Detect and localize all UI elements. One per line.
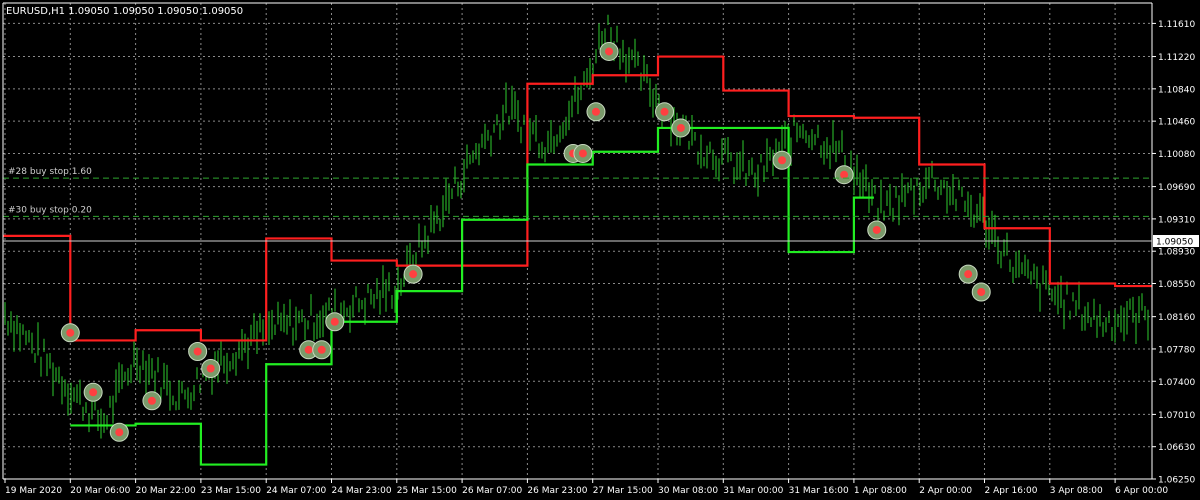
y-tick-label: 1.11220 [1158,53,1195,63]
y-tick-label: 1.10460 [1158,118,1195,128]
x-tick-label: 20 Mar 06:00 [70,486,130,496]
y-tick-label: 1.11610 [1158,20,1195,30]
y-tick-label: 1.08930 [1158,248,1195,258]
trade-marker-dot [578,149,587,158]
trade-marker-dot [317,345,326,354]
trade-marker-dot [206,364,215,373]
x-tick-label: 20 Mar 22:00 [136,486,196,496]
order-label: #30 buy stop 0.20 [8,205,92,215]
trade-marker-dot [872,225,881,234]
trade-marker-dot [409,270,418,279]
y-tick-label: 1.09690 [1158,183,1195,193]
trade-marker-dot [605,47,614,56]
y-tick-label: 1.07400 [1158,378,1195,388]
x-tick-label: 25 Mar 15:00 [397,486,457,496]
x-tick-label: 26 Mar 23:00 [527,486,587,496]
x-tick-label: 6 Apr 00:00 [1115,486,1168,496]
x-tick-label: 19 Mar 2020 [5,486,62,496]
trade-marker-dot [193,347,202,356]
trade-marker-dot [115,428,124,437]
trade-marker-dot [778,156,787,165]
price-chart[interactable]: #28 buy stop 1.60 #30 buy stop 0.20 1.116… [0,0,1200,500]
x-tick-label: 31 Mar 00:00 [723,486,783,496]
y-tick-label: 1.08550 [1158,280,1195,290]
y-tick-label: 1.08160 [1158,313,1195,323]
trade-marker-dot [89,388,98,397]
x-tick-label: 23 Mar 15:00 [201,486,261,496]
trade-marker-dot [660,107,669,116]
trade-marker-dot [591,107,600,116]
trade-marker-dot [964,270,973,279]
x-tick-label: 2 Apr 16:00 [985,486,1038,496]
y-tick-label: 1.10840 [1158,85,1195,95]
y-tick-label: 1.06630 [1158,443,1195,453]
trade-marker-dot [304,345,313,354]
trade-marker-dot [840,170,849,179]
trade-marker-dot [977,288,986,296]
y-tick-label: 1.07010 [1158,411,1195,421]
trade-marker-dot [330,317,339,326]
y-tick-label: 1.06250 [1158,476,1195,486]
x-tick-label: 26 Mar 07:00 [462,486,522,496]
trade-marker-dot [147,396,156,405]
x-tick-label: 27 Mar 15:00 [593,486,653,496]
x-tick-label: 3 Apr 08:00 [1050,486,1103,496]
trade-marker-dot [66,328,75,337]
x-tick-label: 2 Apr 00:00 [919,486,972,496]
y-tick-label: 1.07780 [1158,345,1195,355]
x-tick-label: 1 Apr 08:00 [854,486,907,496]
chart-title: EURUSD,H1 1.09050 1.09050 1.09050 1.0905… [6,6,243,17]
current-price-label: 1.09050 [1156,238,1193,248]
x-tick-label: 24 Mar 07:00 [266,486,326,496]
order-label: #28 buy stop 1.60 [8,167,92,177]
x-tick-label: 24 Mar 23:00 [332,486,392,496]
x-tick-label: 30 Mar 08:00 [658,486,718,496]
y-tick-label: 1.09310 [1158,215,1195,225]
trade-marker-dot [676,123,685,132]
y-tick-label: 1.10080 [1158,150,1195,160]
x-tick-label: 31 Mar 16:00 [789,486,849,496]
